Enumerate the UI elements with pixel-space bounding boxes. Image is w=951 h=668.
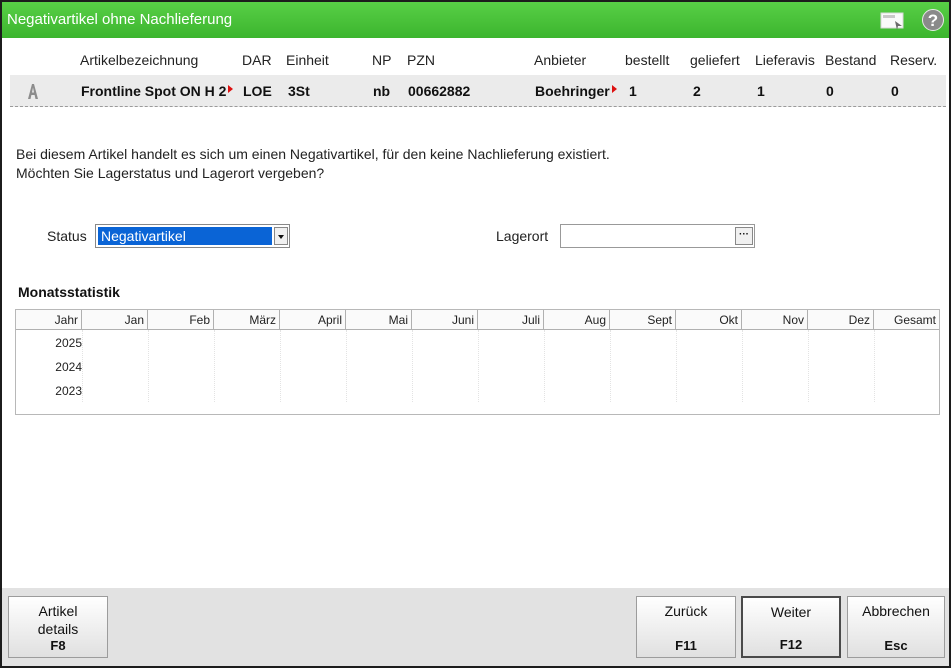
cancel-button[interactable]: Abbrechen Esc — [847, 596, 945, 658]
col-bestand: Bestand — [825, 52, 877, 68]
status-selected-value[interactable]: Negativartikel — [98, 227, 272, 245]
stat-header-month: Juni — [412, 310, 478, 330]
stat-year-row: 2023 — [55, 384, 82, 398]
stat-year-row: 2025 — [55, 336, 82, 350]
window-layout-icon[interactable] — [880, 11, 906, 31]
lagerort-input[interactable]: ··· — [560, 224, 755, 248]
article-dar: LOE — [243, 83, 272, 99]
chevron-down-icon[interactable] — [274, 227, 288, 245]
column-divider — [874, 330, 875, 402]
pharmacy-a-icon — [25, 82, 41, 103]
button-label: Weiter — [770, 604, 812, 620]
article-einheit: 3St — [288, 83, 310, 99]
col-einheit: Einheit — [286, 52, 329, 68]
col-np: NP — [372, 52, 392, 68]
column-divider — [544, 330, 545, 402]
button-shortcut: F12 — [779, 637, 803, 652]
article-bestand: 0 — [826, 83, 834, 99]
back-button[interactable]: Zurück F11 — [636, 596, 736, 658]
monthly-statistics-table: Jahr Jan Feb März April Mai Juni Juli Au… — [15, 309, 940, 415]
truncation-marker-icon — [228, 85, 233, 93]
article-geliefert: 2 — [693, 83, 701, 99]
stat-header-month: Feb — [148, 310, 214, 330]
stat-header-month: April — [280, 310, 346, 330]
button-label: Artikel details — [37, 603, 79, 637]
col-geliefert: geliefert — [690, 52, 740, 68]
column-divider — [610, 330, 611, 402]
column-divider — [742, 330, 743, 402]
column-divider — [280, 330, 281, 402]
dialog-window: Negativartikel ohne Nachlieferung ? Arti… — [0, 0, 951, 668]
column-divider — [676, 330, 677, 402]
stat-header-month: Mai — [346, 310, 412, 330]
stat-header-month: März — [214, 310, 280, 330]
col-lieferavis: Lieferavis — [755, 52, 815, 68]
article-reserv: 0 — [891, 83, 899, 99]
button-shortcut: F11 — [675, 638, 697, 653]
column-divider — [412, 330, 413, 402]
truncation-marker-icon — [612, 85, 617, 93]
stat-header-month: Aug — [544, 310, 610, 330]
article-pzn: 00662882 — [408, 83, 471, 99]
ellipsis-icon[interactable]: ··· — [735, 227, 753, 245]
column-divider — [808, 330, 809, 402]
stat-header-month: Dez — [808, 310, 874, 330]
lagerort-label: Lagerort — [496, 228, 549, 244]
window-title: Negativartikel ohne Nachlieferung — [7, 11, 233, 28]
column-divider — [82, 330, 83, 402]
column-divider — [214, 330, 215, 402]
col-reserv: Reserv. — [890, 52, 938, 68]
col-bestellt: bestellt — [625, 52, 670, 68]
next-button[interactable]: Weiter F12 — [741, 596, 841, 658]
article-details-button[interactable]: Artikel details F8 — [8, 596, 108, 658]
article-name: Frontline Spot ON H 2 — [81, 83, 227, 99]
article-bestellt: 1 — [629, 83, 637, 99]
status-select[interactable]: Negativartikel — [95, 224, 290, 248]
button-label: Zurück — [664, 603, 708, 619]
article-row[interactable]: Frontline Spot ON H 2 LOE 3St nb 0066288… — [10, 75, 946, 107]
status-label: Status — [47, 228, 87, 244]
stat-header-month: Juli — [478, 310, 544, 330]
col-artikelbezeichnung: Artikelbezeichnung — [80, 52, 199, 68]
help-icon[interactable]: ? — [922, 9, 944, 31]
stat-header-month: Jan — [82, 310, 148, 330]
article-anbieter: Boehringer — [535, 83, 610, 99]
stat-header-year: Jahr — [16, 310, 82, 330]
stat-header-month: Nov — [742, 310, 808, 330]
article-np: nb — [373, 83, 391, 99]
col-anbieter: Anbieter — [534, 52, 587, 68]
button-shortcut: F8 — [50, 638, 66, 653]
stat-year-row: 2024 — [55, 360, 82, 374]
title-bar: Negativartikel ohne Nachlieferung ? — [2, 2, 949, 38]
col-dar: DAR — [242, 52, 272, 68]
stat-header-total: Gesamt — [874, 310, 939, 330]
button-shortcut: Esc — [884, 638, 908, 653]
col-pzn: PZN — [407, 52, 435, 68]
column-divider — [148, 330, 149, 402]
column-divider — [478, 330, 479, 402]
statistics-title: Monatsstatistik — [18, 284, 120, 300]
footer-bar: Artikel details F8 Zurück F11 Weiter F12 … — [2, 588, 949, 666]
stat-header-month: Okt — [676, 310, 742, 330]
info-message-line2: Möchten Sie Lagerstatus und Lagerort ver… — [16, 165, 325, 181]
article-lieferavis: 1 — [757, 83, 765, 99]
button-label: Abbrechen — [862, 603, 930, 619]
info-message-line1: Bei diesem Artikel handelt es sich um ei… — [16, 146, 610, 162]
column-divider — [346, 330, 347, 402]
stat-header-month: Sept — [610, 310, 676, 330]
